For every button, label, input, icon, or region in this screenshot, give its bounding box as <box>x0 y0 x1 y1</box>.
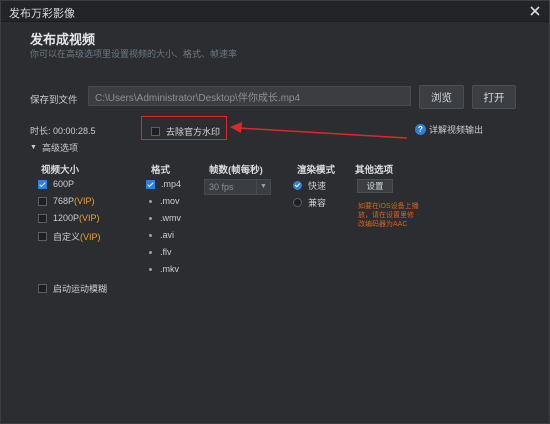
size-option-custom[interactable]: 自定义 (VIP) <box>38 230 101 243</box>
checkbox[interactable] <box>38 213 47 223</box>
format-option-wmv[interactable]: .wmv <box>146 213 181 223</box>
format-option-label: .avi <box>160 230 175 240</box>
browse-button[interactable]: 浏览 <box>419 85 464 109</box>
vip-tag: (VIP) <box>74 196 95 206</box>
ios-note: 如要在iOS设备上播放，请在设置里修改编码器为AAC <box>358 203 419 228</box>
bullet-icon <box>149 267 152 271</box>
checkbox[interactable] <box>146 179 155 189</box>
remove-watermark-label: 去除官方水印 <box>166 127 221 137</box>
bullet-icon <box>149 199 152 203</box>
render-option-fast[interactable]: 快速 <box>293 179 326 192</box>
help-video-output-label: 详解视频输出 <box>429 125 484 135</box>
page-subtitle: 你可以在高级选项里设置视频的大小、格式、帧速率 <box>30 49 238 59</box>
format-option-flv[interactable]: .flv <box>146 247 172 257</box>
other-options-header: 其他选项 <box>355 165 394 176</box>
save-to-file-label: 保存到文件 <box>30 95 78 106</box>
format-option-mov[interactable]: .mov <box>146 196 180 206</box>
vip-tag: (VIP) <box>79 213 100 223</box>
bullet-icon <box>149 233 152 237</box>
settings-button[interactable]: 设置 <box>357 179 393 193</box>
fps-value: 30 fps <box>209 182 234 192</box>
remove-watermark-checkbox[interactable]: 去除官方水印 <box>151 125 220 138</box>
motion-blur-checkbox[interactable]: 启动运动模糊 <box>38 282 107 295</box>
format-option-label: .mp4 <box>161 179 182 189</box>
size-option-label: 600P <box>53 179 75 189</box>
motion-blur-label: 启动运动模糊 <box>53 284 108 294</box>
size-option-1200p[interactable]: 1200P (VIP) <box>38 213 100 223</box>
size-option-600p[interactable]: 600P <box>38 179 74 189</box>
checkbox[interactable] <box>38 196 47 206</box>
format-option-label: .flv <box>160 247 172 257</box>
question-icon: ? <box>415 124 426 135</box>
video-size-header: 视频大小 <box>41 165 80 176</box>
format-option-label: .mov <box>160 196 180 206</box>
window-title: 发布万彩影像 <box>9 8 75 20</box>
bullet-icon <box>149 216 152 220</box>
vip-tag: (VIP) <box>80 231 101 242</box>
publish-dialog: 发布万彩影像 发布成视频 你可以在高级选项里设置视频的大小、格式、帧速率 保存到… <box>0 0 550 424</box>
fps-header: 帧数(帧每秒) <box>209 165 263 176</box>
watermark-checkbox-box[interactable] <box>151 127 160 136</box>
fps-select[interactable]: 30 fps ▼ <box>204 179 271 195</box>
close-button[interactable] <box>527 3 543 19</box>
format-header: 格式 <box>151 165 171 176</box>
advanced-options-toggle[interactable]: ▼ 高级选项 <box>30 141 78 154</box>
chevron-down-icon[interactable]: ▼ <box>256 180 270 194</box>
render-option-label: 快速 <box>308 181 327 191</box>
render-option-label: 兼容 <box>308 198 327 208</box>
open-button[interactable]: 打开 <box>472 85 516 109</box>
advanced-options-label: 高级选项 <box>41 143 78 153</box>
triangle-down-icon: ▼ <box>30 144 37 151</box>
radio[interactable] <box>293 198 302 207</box>
checkbox[interactable] <box>38 179 47 189</box>
close-icon <box>530 6 540 16</box>
checkbox[interactable] <box>38 284 47 293</box>
title-bar[interactable]: 发布万彩影像 <box>1 1 549 22</box>
format-option-label: .wmv <box>160 213 181 223</box>
help-video-output-link[interactable]: ? 详解视频输出 <box>415 123 483 136</box>
bullet-icon <box>149 250 152 254</box>
duration-text: 时长: 00:00:28.5 <box>30 126 96 136</box>
format-option-mp4[interactable]: .mp4 <box>146 179 181 189</box>
format-option-label: .mkv <box>160 264 179 274</box>
radio[interactable] <box>293 181 302 190</box>
render-option-compatible[interactable]: 兼容 <box>293 196 326 209</box>
page-title: 发布成视频 <box>30 32 96 47</box>
file-path-input[interactable] <box>88 86 411 106</box>
size-option-label: 自定义 <box>53 232 81 242</box>
size-option-768p[interactable]: 768P (VIP) <box>38 196 95 206</box>
size-option-label: 1200P <box>53 213 80 223</box>
format-option-avi[interactable]: .avi <box>146 230 174 240</box>
render-mode-header: 渲染模式 <box>297 165 336 176</box>
format-option-mkv[interactable]: .mkv <box>146 264 179 274</box>
size-option-label: 768P <box>53 196 75 206</box>
checkbox[interactable] <box>38 232 47 241</box>
